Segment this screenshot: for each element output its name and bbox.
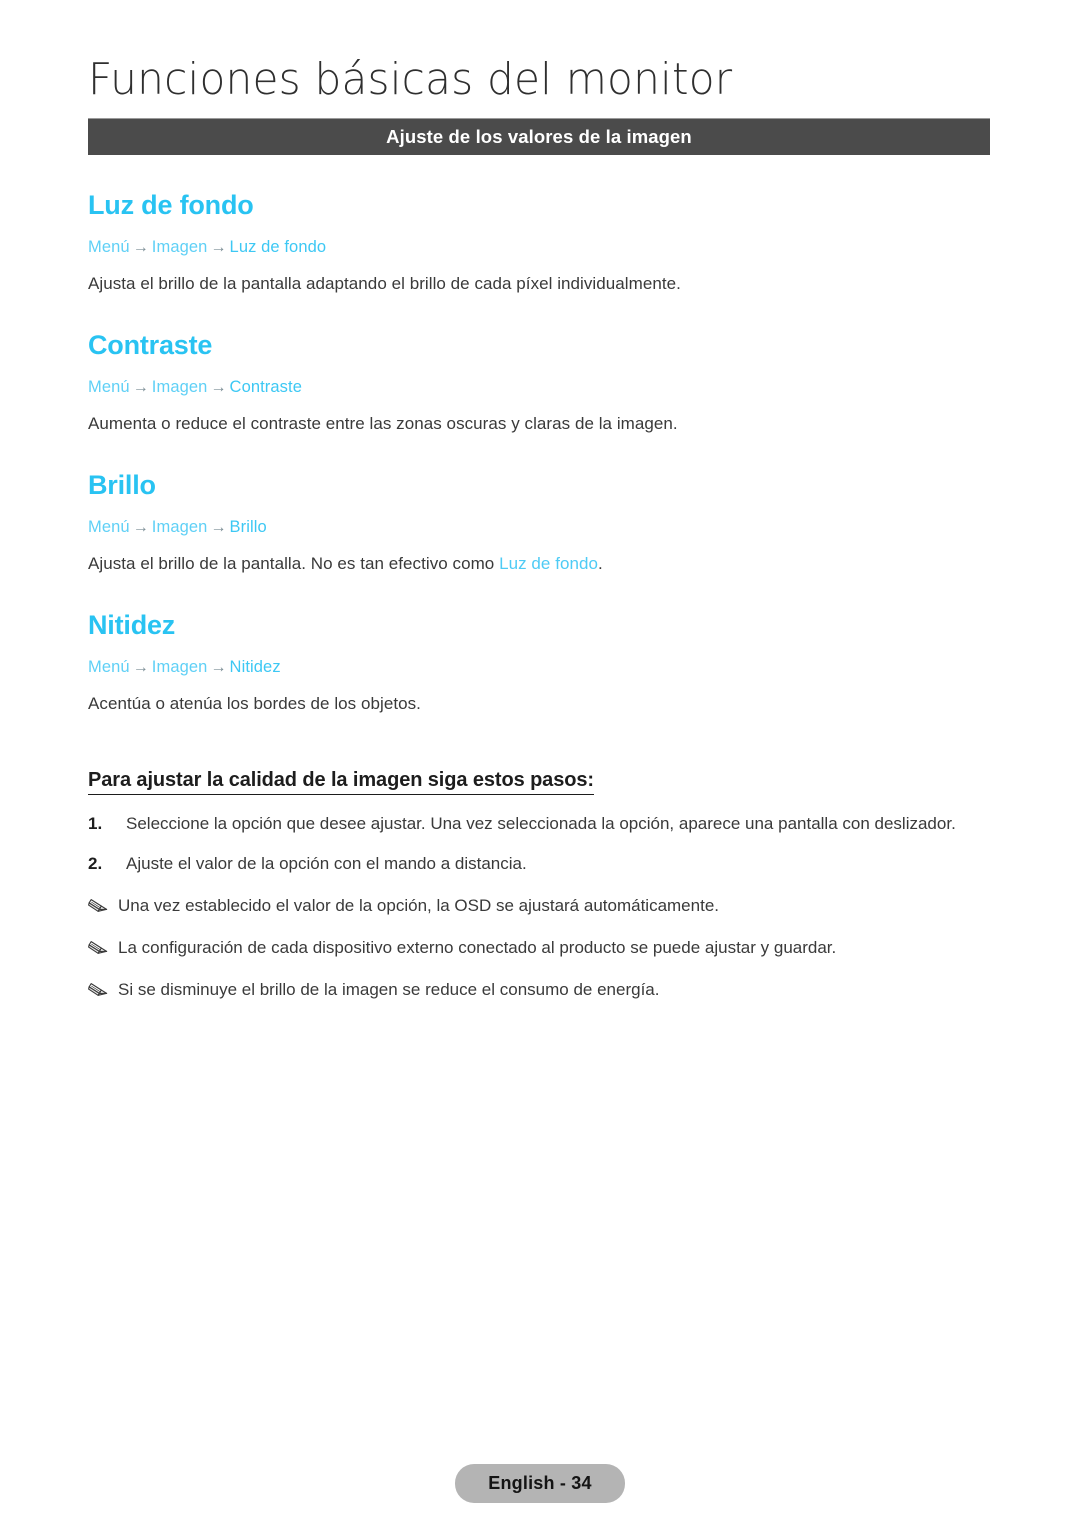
manual-page: Funciones básicas del monitor Ajuste de … [0,0,1080,1534]
feature-description: Aumenta o reduce el contraste entre las … [88,414,678,433]
step-number: 1. [88,814,103,833]
pencil-note-icon [88,980,118,1002]
feature-title: Nitidez [88,610,176,640]
arrow-right-icon: → [210,379,227,396]
arrow-right-icon: → [210,519,227,536]
list-item: Una vez establecido el valor de la opció… [88,895,990,917]
breadcrumb-item-middle: Imagen [151,378,208,396]
list-item: 2. Ajuste el valor de la opción con el m… [88,853,990,875]
breadcrumb-item-leaf: Contraste [229,378,302,396]
page-footer: English - 34 [0,1464,1080,1503]
feature-section-luz-de-fondo: Luz de fondo Menú → Imagen → Luz de fondo Aj… [88,189,990,295]
feature-section-nitidez: Nitidez Menú → Imagen → Nitidez Acentúa o at… [88,609,990,715]
breadcrumb: Menú → Imagen → Luz de fondo [88,237,990,258]
breadcrumb-item-root: Menú [88,658,130,676]
page-content: Funciones básicas del monitor Ajuste de … [88,0,990,1001]
feature-description: Ajusta el brillo de la pantalla. No es t… [88,552,990,575]
breadcrumb-item-root: Menú [88,238,130,256]
breadcrumb-item-middle: Imagen [151,238,208,256]
breadcrumb-item-middle: Imagen [151,518,208,536]
feature-list: Luz de fondo Menú → Imagen → Luz de fondo Aj… [88,189,990,715]
list-item: La configuración de cada dispositivo ext… [88,937,990,959]
breadcrumb-item-leaf: Luz de fondo [229,238,327,256]
feature-title: Luz de fondo [88,190,254,220]
feature-description-text-after: . [597,554,603,573]
arrow-right-icon: → [132,379,149,396]
arrow-right-icon: → [132,659,149,676]
steps-heading: Para ajustar la calidad de la imagen sig… [88,767,594,795]
pencil-note-icon [88,896,118,918]
list-item: Si se disminuye el brillo de la imagen s… [88,979,990,1001]
breadcrumb-item-middle: Imagen [151,658,208,676]
steps-block: Para ajustar la calidad de la imagen sig… [88,767,990,1001]
feature-section-contraste: Contraste Menú → Imagen → Contraste Aumenta … [88,329,990,435]
breadcrumb-item-root: Menú [88,518,130,536]
numbered-step-list: 1. Seleccione la opción que desee ajusta… [88,813,990,875]
feature-description: Ajusta el brillo de la pantalla adaptand… [88,274,681,293]
pencil-note-icon [88,938,118,960]
feature-section-brillo: Brillo Menú → Imagen → Brillo Ajusta el bril… [88,469,990,575]
breadcrumb-item-leaf: Nitidez [229,658,281,676]
breadcrumb: Menú → Imagen → Contraste [88,377,990,398]
step-number: 2. [88,854,103,873]
feature-description-text-before: Ajusta el brillo de la pantalla. No es t… [88,554,500,573]
section-header-bar: Ajuste de los valores de la imagen [88,118,990,155]
arrow-right-icon: → [210,659,227,676]
page-title: Funciones básicas del monitor [88,54,733,105]
arrow-right-icon: → [132,519,149,536]
step-text: Ajuste el valor de la opción con el mand… [126,854,527,873]
step-text: Seleccione la opción que desee ajustar. … [126,814,956,833]
feature-title: Contraste [88,330,213,360]
note-list: Una vez establecido el valor de la opció… [88,895,990,1001]
breadcrumb-item-root: Menú [88,378,130,396]
section-header-label: Ajuste de los valores de la imagen [386,125,692,147]
note-text: Si se disminuye el brillo de la imagen s… [118,980,660,999]
page-number-badge: English - 34 [455,1464,625,1503]
inline-cross-reference-luz-de-fondo[interactable]: Luz de fondo [499,554,598,573]
feature-title: Brillo [88,470,156,500]
arrow-right-icon: → [210,239,227,256]
list-item: 1. Seleccione la opción que desee ajusta… [88,813,990,835]
note-text: Una vez establecido el valor de la opció… [118,896,719,915]
feature-description: Acentúa o atenúa los bordes de los objet… [88,694,421,713]
breadcrumb: Menú → Imagen → Brillo [88,517,990,538]
arrow-right-icon: → [132,239,149,256]
breadcrumb-item-leaf: Brillo [229,518,267,536]
breadcrumb: Menú → Imagen → Nitidez [88,657,990,678]
note-text: La configuración de cada dispositivo ext… [118,938,837,957]
